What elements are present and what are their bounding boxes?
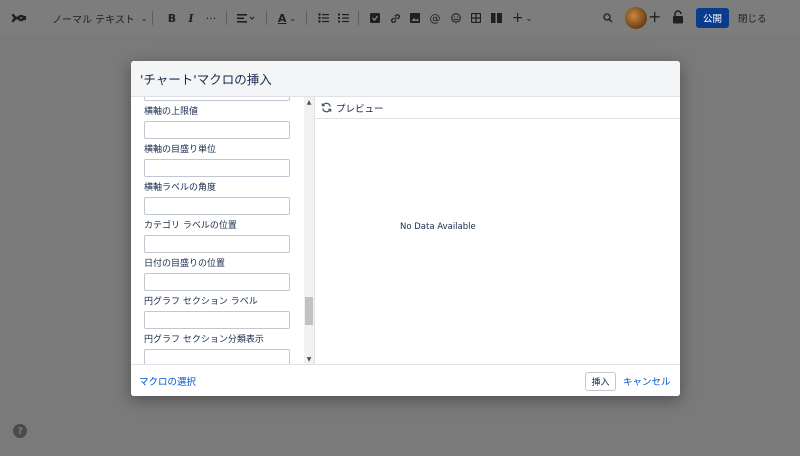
param-pie-section-label: 円グラフ セクション ラベル <box>144 296 290 329</box>
dialog-header: 'チャート'マクロの挿入 <box>131 61 680 97</box>
image-button[interactable] <box>409 0 421 36</box>
close-button[interactable]: 閉じる <box>738 8 767 28</box>
table-icon <box>471 13 481 23</box>
pie-section-label-input[interactable] <box>144 311 290 329</box>
preview-panel: プレビュー No Data Available <box>315 97 680 364</box>
table-button[interactable] <box>470 0 482 36</box>
dialog-title: 'チャート'マクロの挿入 <box>140 72 272 87</box>
bold-button[interactable]: B <box>166 0 178 36</box>
invite-plus-icon[interactable]: + <box>648 9 661 25</box>
dialog-footer: マクロの選択 挿入 キャンセル <box>131 364 680 396</box>
field-label: 円グラフ セクション ラベル <box>144 297 258 307</box>
param-x-axis-upper-limit: 横軸の上限値 <box>144 106 290 139</box>
scrollbar-thumb[interactable] <box>305 297 313 325</box>
avatar[interactable] <box>625 7 647 29</box>
alignment-dropdown[interactable] <box>236 0 256 36</box>
text-color-dropdown[interactable]: A ⌄ <box>276 0 298 36</box>
unlock-icon[interactable] <box>672 10 684 24</box>
checkbox-icon <box>370 13 380 23</box>
refresh-icon <box>321 102 332 113</box>
date-tick-position-input[interactable] <box>144 273 290 291</box>
cancel-link[interactable]: キャンセル <box>623 374 671 388</box>
field-label: カテゴリ ラベルの位置 <box>144 221 237 231</box>
field-label: 横軸ラベルの角度 <box>144 183 217 193</box>
layout-button[interactable] <box>490 0 502 36</box>
field-label: 横軸の目盛り単位 <box>144 145 217 155</box>
category-label-position-input[interactable] <box>144 235 290 253</box>
pie-section-explode-input[interactable] <box>144 349 290 364</box>
chevron-down-icon: ⌄ <box>140 13 148 23</box>
insert-more-dropdown[interactable]: + ⌄ <box>511 0 533 36</box>
action-item-button[interactable] <box>369 0 381 36</box>
link-button[interactable] <box>389 0 401 36</box>
insert-chart-macro-dialog: 'チャート'マクロの挿入 横軸の上限値 横軸の目盛り単位 横軸ラベルの角度 カテ… <box>131 61 680 396</box>
param-x-axis-tick-unit: 横軸の目盛り単位 <box>144 144 290 177</box>
divider <box>306 11 307 25</box>
divider <box>152 11 153 25</box>
field-label: 円グラフ セクション分類表示 <box>144 335 264 345</box>
find-button[interactable] <box>602 0 614 36</box>
select-macro-link[interactable]: マクロの選択 <box>139 374 196 388</box>
x-axis-tick-unit-input[interactable] <box>144 159 290 177</box>
columns-icon <box>490 13 502 23</box>
scroll-down-arrow-icon[interactable]: ▼ <box>304 354 314 364</box>
align-left-icon <box>237 14 255 23</box>
divider <box>266 11 267 25</box>
param-date-tick-position: 日付の目盛りの位置 <box>144 258 290 291</box>
bullet-list-icon <box>317 13 329 23</box>
text-color-label: A <box>277 11 287 25</box>
more-formatting-button[interactable]: ··· <box>205 0 217 36</box>
image-icon <box>410 13 420 23</box>
field-label: 横軸の上限値 <box>144 107 199 117</box>
chevron-down-icon: ⌄ <box>525 13 533 23</box>
search-icon <box>603 13 613 23</box>
link-icon <box>390 13 400 23</box>
chevron-down-icon: ⌄ <box>289 13 297 23</box>
plus-icon: + <box>511 10 524 26</box>
divider <box>358 11 359 25</box>
text-style-dropdown[interactable]: ノーマル テキスト ⌄ <box>52 0 148 36</box>
scrollbar[interactable]: ▲ ▼ <box>304 97 314 364</box>
x-axis-label-angle-input[interactable] <box>144 197 290 215</box>
mention-button[interactable]: @ <box>429 0 441 36</box>
at-sign-icon: @ <box>429 11 441 25</box>
x-axis-upper-limit-input[interactable] <box>144 121 290 139</box>
publish-button[interactable]: 公開 <box>696 8 729 28</box>
emoji-button[interactable] <box>450 0 462 36</box>
param-pie-section-explode: 円グラフ セクション分類表示 <box>144 334 290 364</box>
field-label: 日付の目盛りの位置 <box>144 259 226 269</box>
numbered-list-button[interactable] <box>337 0 349 36</box>
confluence-logo-icon[interactable] <box>10 0 28 36</box>
emoji-icon <box>451 13 461 23</box>
param-category-label-position: カテゴリ ラベルの位置 <box>144 220 290 253</box>
insert-button[interactable]: 挿入 <box>585 372 616 391</box>
text-style-label: ノーマル テキスト <box>52 14 135 26</box>
help-icon[interactable]: ? <box>13 424 27 438</box>
italic-button[interactable]: I <box>185 0 197 36</box>
divider <box>226 11 227 25</box>
bullet-list-button[interactable] <box>317 0 329 36</box>
no-data-message: No Data Available <box>400 222 476 232</box>
preview-label: プレビュー <box>336 103 384 115</box>
editor-toolbar: ノーマル テキスト ⌄ B I ··· A ⌄ @ + ⌄ + 公開 閉じる <box>0 0 800 36</box>
parameter-input[interactable] <box>144 97 290 101</box>
numbered-list-icon <box>337 13 349 23</box>
preview-refresh-button[interactable]: プレビュー <box>315 97 680 119</box>
scroll-up-arrow-icon[interactable]: ▲ <box>304 97 314 107</box>
macro-parameters-panel[interactable]: 横軸の上限値 横軸の目盛り単位 横軸ラベルの角度 カテゴリ ラベルの位置 日付の… <box>131 97 315 364</box>
param-x-axis-label-angle: 横軸ラベルの角度 <box>144 182 290 215</box>
